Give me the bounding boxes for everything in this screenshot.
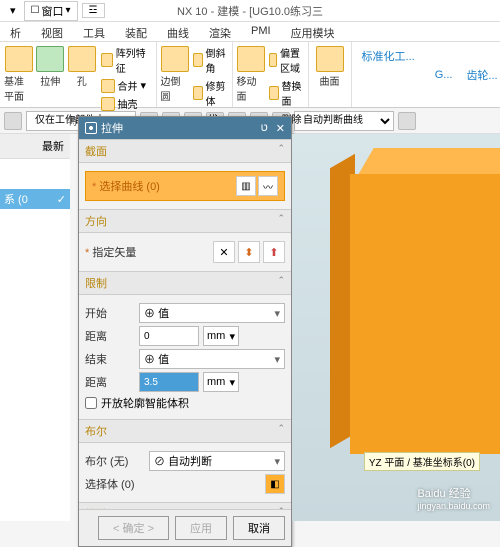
gear-link[interactable]: 齿轮... [460,63,500,87]
unit-select-1[interactable]: mm▾ [203,326,239,346]
end-type-select[interactable]: ⊕ 值▾ [139,349,285,369]
curve-select-icon[interactable]: 〰 [258,176,278,196]
tab-analyze[interactable]: 析 [0,22,31,41]
unite-button[interactable]: 合并 ▾ [99,77,152,94]
titlebar: ▾ ☐ 窗口 ▾ ☲ NX 10 - 建模 - [UG10.0练习三 [0,0,500,22]
ribbon-group-edge: 边倒圆 倒斜角 修剪体 拔模 [157,42,233,107]
start-type-select[interactable]: ⊕ 值▾ [139,303,285,323]
move-face-button[interactable]: 移动面 [237,44,265,105]
csys-label[interactable]: YZ 平面 / 基准坐标系(0) [364,452,480,471]
cancel-button[interactable]: 取消 [233,516,285,540]
ribbon-group-feature: 基准平面 拉伸 孔 阵列特征 合并 ▾ 抽壳 特征 [0,42,157,107]
tab-tools[interactable]: 工具 [73,22,115,41]
curve-rule-select[interactable]: 自动判断曲线 [294,111,394,131]
history-tab[interactable]: 最新 [0,134,70,159]
viewport-3d[interactable]: YZ 平面 / 基准坐标系(0) Baidu 经验 jingyan.baidu.… [292,134,500,521]
extrude-dialog: 拉伸 ט✕ 截面⌃ * 选择曲线 (0) ▥〰 方向⌃ 指定矢量 ✕ ⬍ ⬆ 限… [78,116,292,547]
vector-csys-icon[interactable]: ⬆ [263,241,285,263]
edge-blend-button[interactable]: 边倒圆 [161,44,189,105]
vector-x-icon[interactable]: ✕ [213,241,235,263]
shell-button[interactable]: 抽壳 [99,95,152,112]
apply-button[interactable]: 应用 [175,516,227,540]
dialog-wrench-icon[interactable]: ט [261,122,268,135]
app-title: NX 10 - 建模 - [UG10.0练习三 [177,3,323,19]
dialog-footer: < 确定 > 应用 取消 [79,509,291,546]
select-curve-row[interactable]: * 选择曲线 (0) ▥〰 [85,171,285,201]
sketch-icon[interactable]: ▥ [236,176,256,196]
open-profile-checkbox[interactable] [85,397,97,409]
start-distance-input[interactable] [139,326,199,346]
watermark: Baidu 经验 jingyan.baidu.com [417,485,490,511]
replace-face-button[interactable]: 替换面 [267,77,304,109]
model-cube[interactable] [330,154,500,454]
ribbon-group-sync: 移动面 偏置区域 替换面 删除面 同步建模 [233,42,309,107]
part-navigator: 最新 系 (0✓ [0,134,70,521]
link-g[interactable]: G... [429,65,459,85]
select-body-icon[interactable]: ◧ [265,474,285,494]
ribbon-tabs: 析 视图 工具 装配 曲线 渲染 PMI 应用模块 [0,22,500,42]
offset-region-button[interactable]: 偏置区域 [267,44,304,76]
tab-assemblies[interactable]: 装配 [115,22,157,41]
std-tool-link[interactable]: 标准化工... [356,44,421,68]
section-draft-header[interactable]: 拔模⌃ [79,502,291,509]
gear-icon[interactable] [85,122,97,134]
datum-plane-button[interactable]: 基准平面 [4,44,34,105]
ribbon: 基准平面 拉伸 孔 阵列特征 合并 ▾ 抽壳 特征 边倒圆 倒斜角 修剪体 拔模… [0,42,500,108]
bool-type-select[interactable]: ⊘ 自动判断▾ [149,451,285,471]
vector-infer-icon[interactable]: ⬍ [238,241,260,263]
menu-dropdown[interactable]: ▾ [4,2,22,19]
misc-icon[interactable] [398,112,416,130]
window-button[interactable]: ☐ 窗口 ▾ [24,1,78,21]
switch-button[interactable]: ☲ [82,3,105,18]
hole-button[interactable]: 孔 [67,44,97,90]
dialog-close-icon[interactable]: ✕ [276,122,285,135]
vector-label: 指定矢量 [85,244,136,260]
tab-curve[interactable]: 曲线 [157,22,199,41]
section-limit-header[interactable]: 限制⌃ [79,271,291,295]
extrude-button[interactable]: 拉伸 [36,44,66,90]
section-bool-header[interactable]: 布尔⌃ [79,419,291,443]
tab-view[interactable]: 视图 [31,22,73,41]
tab-render[interactable]: 渲染 [199,22,241,41]
dialog-titlebar[interactable]: 拉伸 ט✕ [79,117,291,139]
section-section-header[interactable]: 截面⌃ [79,139,291,163]
tab-pmi[interactable]: PMI [241,22,281,41]
section-direction-header[interactable]: 方向⌃ [79,209,291,233]
end-distance-input[interactable] [139,372,199,392]
selected-feature-row[interactable]: 系 (0✓ [0,189,70,209]
pattern-button[interactable]: 阵列特征 [99,44,152,76]
unit-select-2[interactable]: mm▾ [203,372,239,392]
trim-button[interactable]: 修剪体 [191,77,228,109]
chamfer-button[interactable]: 倒斜角 [191,44,228,76]
tab-application[interactable]: 应用模块 [281,22,345,41]
ribbon-group-surface: 曲面 [309,42,352,107]
ok-button[interactable]: < 确定 > [98,516,169,540]
surface-button[interactable]: 曲面 [313,44,347,90]
